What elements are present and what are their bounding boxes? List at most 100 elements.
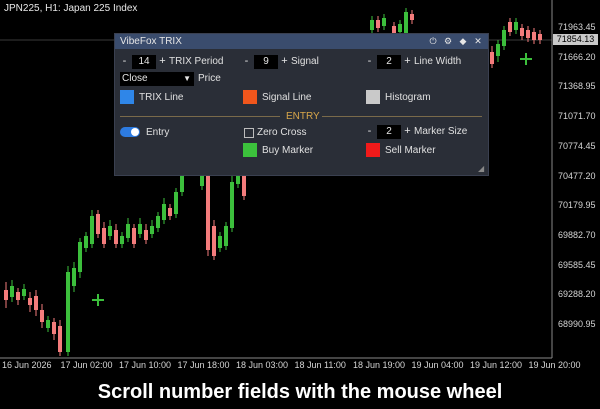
marker-size-field[interactable]: 2	[377, 125, 401, 139]
candle-body	[526, 30, 530, 38]
chevron-down-icon: ▼	[183, 74, 191, 83]
candle-body	[496, 44, 500, 56]
buy-marker-label: Buy Marker	[262, 145, 314, 156]
price-axis-label: 71666.20	[558, 51, 596, 62]
resize-grip-icon[interactable]: ◢	[478, 165, 486, 173]
price-axis-label: 71368.95	[558, 81, 596, 92]
candle-body	[174, 192, 178, 214]
trix-line-label: TRIX Line	[139, 92, 184, 103]
line-width-decrement-button[interactable]: -	[364, 55, 375, 69]
buy-signal-marker	[92, 294, 104, 306]
time-axis-label: 18 Jun 03:00	[236, 360, 289, 370]
marker-size-label: Marker Size	[414, 126, 468, 137]
entry-section-title: ENTRY	[286, 111, 320, 122]
price-axis-label: 70179.95	[558, 200, 596, 211]
zero-cross-checkbox[interactable]	[244, 128, 254, 138]
candle-body	[490, 52, 494, 64]
candle-body	[46, 320, 50, 328]
candle-body	[508, 22, 512, 32]
chart-symbol-title: JPN225, H1: Japan 225 Index	[4, 3, 138, 14]
candle-body	[502, 30, 506, 46]
caption-banner: Scroll number fields with the mouse whee…	[0, 375, 600, 409]
candle-body	[96, 214, 100, 234]
candle-body	[236, 176, 240, 184]
candle-body	[398, 24, 402, 32]
candle-body	[514, 22, 518, 30]
candle-body	[16, 292, 20, 300]
signal-label: Signal	[291, 56, 319, 67]
price-axis-label: 69288.20	[558, 289, 596, 300]
price-axis-label: 70774.45	[558, 140, 596, 151]
candle-body	[538, 34, 542, 40]
line-width-increment-button[interactable]: +	[402, 55, 413, 69]
line-width-field[interactable]: 2	[377, 55, 401, 69]
time-axis-label: 17 Jun 18:00	[177, 360, 230, 370]
candle-body	[120, 236, 124, 244]
candle-body	[520, 28, 524, 36]
settings-icon[interactable]: ⚙	[443, 36, 453, 46]
signal-line-label: Signal Line	[262, 92, 312, 103]
price-axis-label: 70477.20	[558, 170, 596, 181]
signal-decrement-button[interactable]: -	[241, 55, 252, 69]
candle-body	[126, 224, 130, 238]
time-axis-label: 17 Jun 02:00	[60, 360, 113, 370]
candle-body	[180, 176, 184, 192]
candle-body	[218, 236, 222, 248]
time-axis-label: 18 Jun 11:00	[294, 360, 346, 370]
vibefox-trix-panel[interactable]: VibeFox TRIX ⏻ ⚙ ◆ ✕ - 14 + TRIX Period …	[114, 33, 489, 176]
price-axis-label: 69882.70	[558, 229, 596, 240]
candle-body	[66, 272, 70, 352]
trix-line-color-swatch[interactable]	[120, 90, 134, 104]
close-icon[interactable]: ✕	[473, 36, 483, 46]
candle-body	[58, 326, 62, 352]
candle-body	[34, 296, 38, 310]
entry-toggle[interactable]	[120, 127, 140, 137]
section-divider-left	[120, 116, 280, 117]
sell-marker-color-swatch[interactable]	[366, 143, 380, 157]
trix-period-field[interactable]: 14	[132, 55, 156, 69]
candle-body	[382, 18, 386, 26]
time-axis-label: 19 Jun 20:00	[528, 360, 581, 370]
toggle-knob	[131, 128, 139, 136]
candle-body	[206, 174, 210, 250]
trix-period-decrement-button[interactable]: -	[119, 55, 130, 69]
signal-field[interactable]: 9	[254, 55, 278, 69]
section-divider-right	[322, 116, 482, 117]
candle-body	[132, 228, 136, 244]
price-select-value: Close	[122, 73, 148, 84]
buy-signal-marker	[520, 53, 532, 65]
candle-body	[84, 236, 88, 248]
marker-size-increment-button[interactable]: +	[402, 125, 413, 139]
signal-increment-button[interactable]: +	[279, 55, 290, 69]
current-price-tag: 71854.13	[553, 34, 598, 45]
candle-body	[78, 242, 82, 272]
panel-header[interactable]: VibeFox TRIX ⏻ ⚙ ◆ ✕	[115, 34, 488, 49]
candle-body	[108, 226, 112, 236]
marker-size-decrement-button[interactable]: -	[364, 125, 375, 139]
candle-body	[138, 224, 142, 234]
price-axis-label: 68990.95	[558, 319, 596, 329]
buy-marker-color-swatch[interactable]	[243, 143, 257, 157]
candle-body	[52, 322, 56, 334]
signal-line-color-swatch[interactable]	[243, 90, 257, 104]
candle-body	[410, 14, 414, 20]
price-label: Price	[198, 73, 221, 84]
trix-period-increment-button[interactable]: +	[157, 55, 168, 69]
candle-body	[144, 230, 148, 240]
candle-body	[40, 310, 44, 322]
time-axis-label: 16 Jun 2026	[2, 360, 52, 370]
panel-title: VibeFox TRIX	[120, 36, 182, 47]
time-axis-label: 19 Jun 12:00	[470, 360, 523, 370]
power-icon[interactable]: ⏻	[428, 36, 438, 46]
candle-body	[28, 298, 32, 305]
zero-cross-label: Zero Cross	[257, 127, 307, 138]
pin-icon[interactable]: ◆	[458, 36, 468, 46]
price-axis-label: 71071.70	[558, 111, 596, 122]
candle-body	[10, 286, 14, 297]
candle-body	[90, 216, 94, 244]
price-select[interactable]: Close ▼	[120, 72, 194, 86]
trix-period-label: TRIX Period	[169, 56, 224, 67]
histogram-color-swatch[interactable]	[366, 90, 380, 104]
candle-body	[370, 20, 374, 30]
sell-marker-label: Sell Marker	[385, 145, 436, 156]
